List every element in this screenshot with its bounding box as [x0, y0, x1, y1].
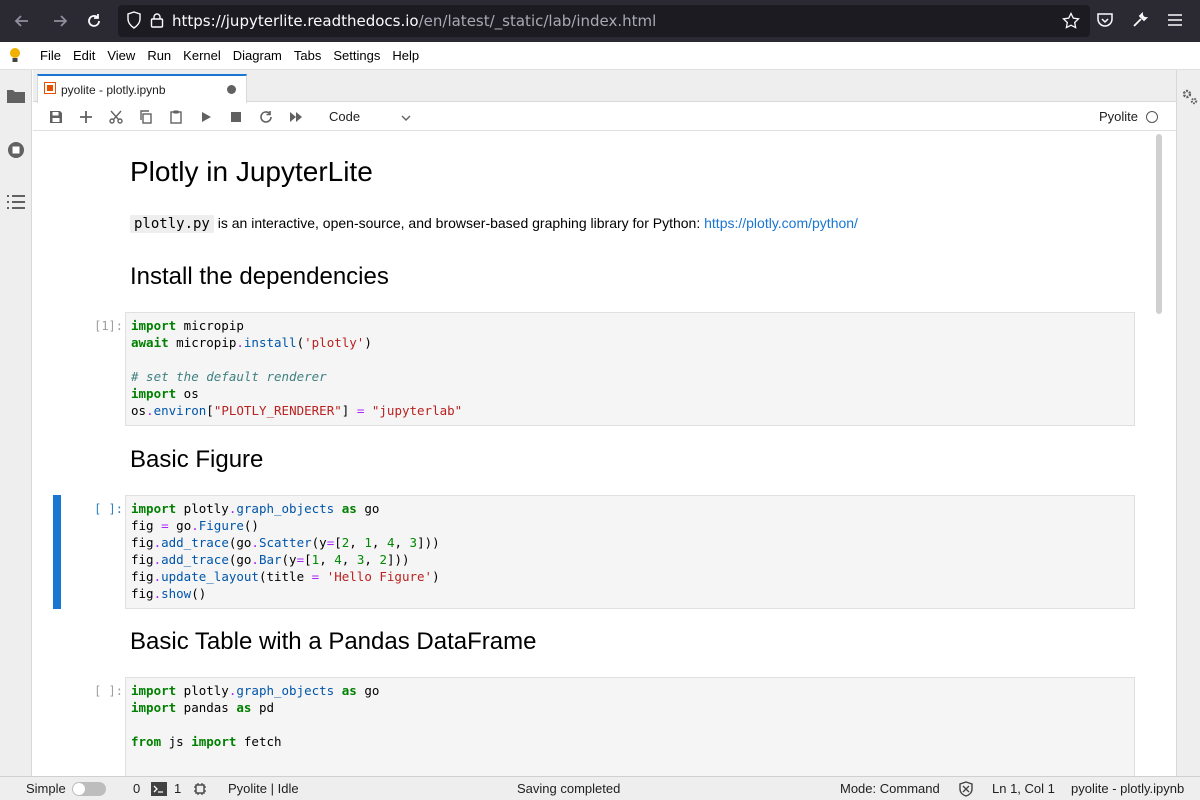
code-cell-2[interactable]: import plotly.graph_objects as go fig = …	[125, 495, 1135, 609]
url-bar[interactable]: https://jupyterlite.readthedocs.io/en/la…	[118, 5, 1090, 37]
running-kernels-icon[interactable]	[6, 140, 26, 163]
menu-edit[interactable]: Edit	[67, 42, 101, 70]
save-icon[interactable]	[41, 105, 71, 129]
add-cell-icon[interactable]	[71, 105, 101, 129]
simple-mode-toggle[interactable]	[72, 782, 106, 796]
current-file-name: pyolite - plotly.ipynb	[1071, 781, 1185, 796]
kernel-status[interactable]: Pyolite | Idle	[228, 781, 299, 796]
menu-file[interactable]: File	[34, 42, 67, 70]
menu-help[interactable]: Help	[386, 42, 425, 70]
browser-toolbar: https://jupyterlite.readthedocs.io/en/la…	[0, 0, 1200, 42]
paste-icon[interactable]	[161, 105, 191, 129]
cell-type-value: Code	[329, 109, 361, 124]
mode-indicator: Mode: Command	[840, 781, 940, 796]
cell-prompt-2: [ ]:	[94, 502, 123, 516]
saving-status: Saving completed	[517, 781, 621, 796]
url-text: https://jupyterlite.readthedocs.io/en/la…	[172, 12, 657, 30]
left-sidebar	[0, 70, 32, 776]
menu-run[interactable]: Run	[141, 42, 177, 70]
active-cell-indicator	[53, 495, 61, 609]
cell-type-dropdown[interactable]: Code	[321, 109, 411, 124]
shield-icon[interactable]	[126, 10, 142, 32]
inline-code-plotly: plotly.py	[130, 215, 214, 233]
restart-run-all-icon[interactable]	[281, 105, 311, 129]
menu-tabs[interactable]: Tabs	[288, 42, 327, 70]
hamburger-menu-icon[interactable]	[1166, 11, 1184, 32]
simple-mode-label: Simple	[26, 781, 66, 796]
intro-text: is an interactive, open-source, and brow…	[213, 215, 705, 231]
cell-prompt-1: [1]:	[94, 319, 123, 333]
kernel-name[interactable]: Pyolite	[1099, 109, 1138, 124]
terminal-icon[interactable]	[151, 782, 167, 799]
menu-settings[interactable]: Settings	[327, 42, 386, 70]
kernels-count[interactable]: 1	[174, 781, 181, 796]
wrench-icon[interactable]	[1131, 11, 1149, 32]
menu-view[interactable]: View	[101, 42, 141, 70]
right-sidebar	[1176, 70, 1200, 776]
property-inspector-gear-icon[interactable]	[1179, 86, 1199, 109]
plotly-link[interactable]: https://plotly.com/python/	[704, 215, 858, 231]
notebook-content[interactable]: Plotly in JupyterLite plotly.py is an in…	[33, 132, 1176, 776]
heading-install: Install the dependencies	[130, 263, 389, 290]
tab-bar: pyolite - plotly.ipynb	[33, 70, 1176, 103]
notebook-toolbar: Code Pyolite	[33, 103, 1176, 131]
copy-icon[interactable]	[131, 105, 161, 129]
heading-basic-table: Basic Table with a Pandas DataFrame	[130, 628, 537, 655]
notebook-file-icon	[44, 82, 56, 97]
cursor-position[interactable]: Ln 1, Col 1	[992, 781, 1055, 796]
terminals-count[interactable]: 0	[133, 781, 140, 796]
cut-icon[interactable]	[101, 105, 131, 129]
lock-icon[interactable]	[150, 12, 164, 31]
kernel-status-circle-icon	[1146, 111, 1158, 123]
tab-label: pyolite - plotly.ipynb	[61, 82, 166, 97]
notebook-title: Plotly in JupyterLite	[130, 156, 373, 187]
trusted-shield-icon[interactable]	[958, 781, 974, 800]
jupyterlite-logo-icon	[0, 47, 30, 65]
reload-icon[interactable]	[80, 7, 108, 35]
folder-icon[interactable]	[6, 88, 26, 107]
code-cell-1[interactable]: import micropip await micropip.install('…	[125, 312, 1135, 426]
tab-pyolite-plotly[interactable]: pyolite - plotly.ipynb	[37, 74, 247, 103]
menubar: File Edit View Run Kernel Diagram Tabs S…	[0, 42, 1200, 70]
stop-icon[interactable]	[221, 105, 251, 129]
heading-basic-figure: Basic Figure	[130, 446, 264, 473]
notebook-panel: pyolite - plotly.ipynb Code Pyolite Plot…	[33, 70, 1176, 776]
forward-arrow-icon[interactable]	[46, 7, 74, 35]
kernel-chip-icon[interactable]	[193, 782, 207, 799]
menu-kernel[interactable]: Kernel	[177, 42, 227, 70]
cell-prompt-3: [ ]:	[94, 684, 123, 698]
status-bar: Simple 0 1 Pyolite | Idle Saving complet…	[0, 776, 1200, 800]
run-icon[interactable]	[191, 105, 221, 129]
pocket-icon[interactable]	[1096, 11, 1114, 32]
table-of-contents-icon[interactable]	[6, 194, 26, 213]
bookmark-star-icon[interactable]	[1062, 12, 1080, 33]
notebook-scrollbar[interactable]	[1156, 134, 1162, 314]
code-cell-3[interactable]: import plotly.graph_objects as go import…	[125, 677, 1135, 776]
unsaved-dot-icon[interactable]	[227, 85, 236, 94]
menu-diagram[interactable]: Diagram	[227, 42, 288, 70]
chevron-down-icon	[401, 109, 411, 124]
back-arrow-icon[interactable]	[8, 7, 36, 35]
restart-icon[interactable]	[251, 105, 281, 129]
intro-paragraph: plotly.py is an interactive, open-source…	[130, 215, 858, 233]
